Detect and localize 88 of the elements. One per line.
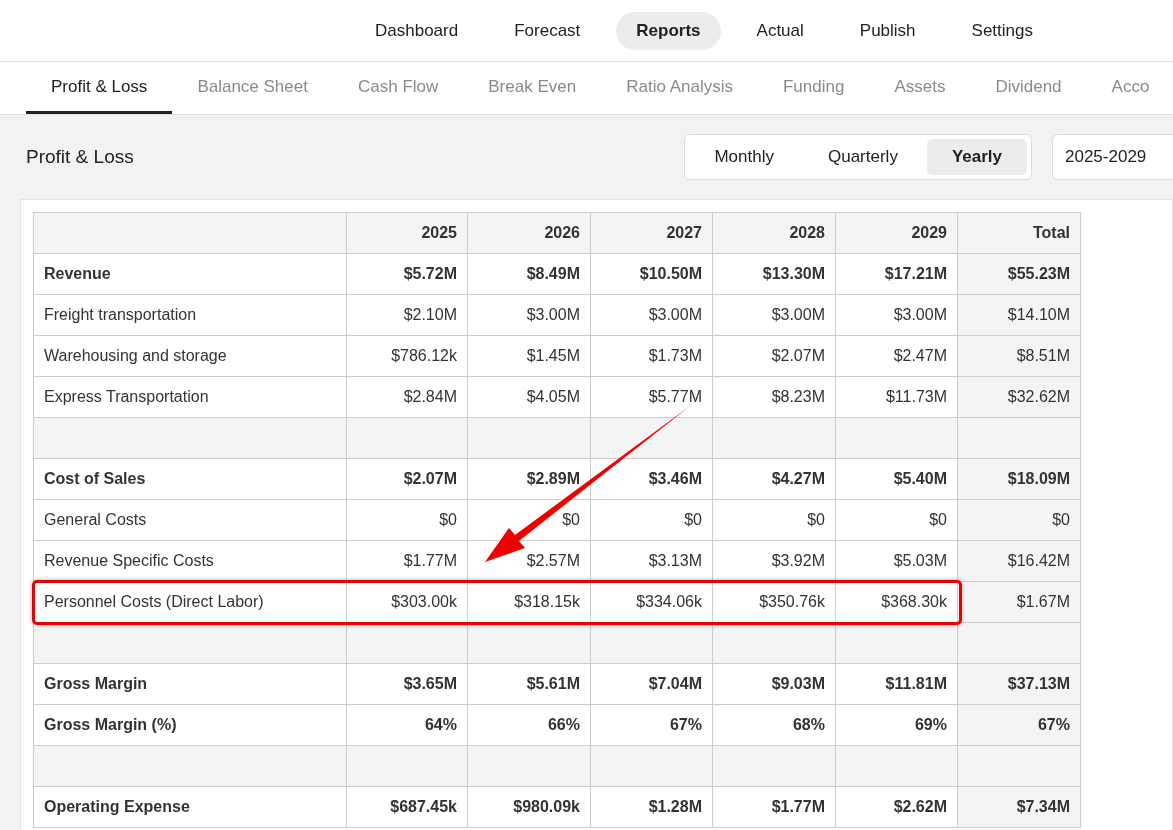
table-cell: $7.34M	[958, 787, 1081, 828]
table-cell: $18.09M	[958, 459, 1081, 500]
table-cell: $0	[591, 500, 713, 541]
table-cell: $13.30M	[713, 254, 836, 295]
row-label: Gross Margin (%)	[34, 705, 347, 746]
nav-item[interactable]: Actual	[736, 11, 824, 50]
table-header-cell: Total	[958, 213, 1081, 254]
table-cell: $55.23M	[958, 254, 1081, 295]
period-button[interactable]: Yearly	[926, 139, 1027, 175]
table-cell: $17.21M	[836, 254, 958, 295]
table-cell: $5.77M	[591, 377, 713, 418]
nav-item[interactable]: Forecast	[494, 11, 601, 50]
table-cell: $0	[958, 500, 1081, 541]
table-cell: $0	[347, 500, 468, 541]
table-cell: $11.73M	[836, 377, 958, 418]
table-cell: $5.40M	[836, 459, 958, 500]
table-cell: 67%	[958, 705, 1081, 746]
row-label: Warehousing and storage	[34, 336, 347, 377]
row-label: Gross Margin	[34, 664, 347, 705]
row-label: Operating Expense	[34, 787, 347, 828]
table-cell: $5.72M	[347, 254, 468, 295]
table-cell: $1.67M	[958, 582, 1081, 623]
table-cell: $9.03M	[713, 664, 836, 705]
table-header-cell: 2029	[836, 213, 958, 254]
row-label: Cost of Sales	[34, 459, 347, 500]
table-cell: $3.00M	[468, 295, 591, 336]
nav-item[interactable]: Reports	[616, 11, 721, 50]
report-tab[interactable]: Cash Flow	[332, 62, 464, 114]
table-cell: $7.04M	[591, 664, 713, 705]
period-button[interactable]: Monthly	[689, 139, 799, 175]
table-cell: 67%	[591, 705, 713, 746]
report-tab[interactable]: Acco	[1086, 62, 1173, 114]
table-cell: $2.84M	[347, 377, 468, 418]
table-cell: $0	[836, 500, 958, 541]
table-cell: $3.00M	[591, 295, 713, 336]
table-header-cell: 2026	[468, 213, 591, 254]
table-cell: 66%	[468, 705, 591, 746]
table-cell: $16.42M	[958, 541, 1081, 582]
report-tab[interactable]: Balance Sheet	[172, 62, 333, 114]
table-cell: 64%	[347, 705, 468, 746]
table-cell: $14.10M	[958, 295, 1081, 336]
row-label: Freight transportation	[34, 295, 347, 336]
table-cell: $4.05M	[468, 377, 591, 418]
table-cell: $1.77M	[713, 787, 836, 828]
table-cell: $2.62M	[836, 787, 958, 828]
table-cell: $3.65M	[347, 664, 468, 705]
table-cell: $687.45k	[347, 787, 468, 828]
nav-item[interactable]: Settings	[951, 11, 1053, 50]
table-cell: $980.09k	[468, 787, 591, 828]
date-range-field[interactable]: 2025-2029	[1052, 134, 1173, 180]
table-cell: $2.07M	[347, 459, 468, 500]
table-header-cell: 2028	[713, 213, 836, 254]
table-cell: $3.00M	[713, 295, 836, 336]
table-cell: $5.61M	[468, 664, 591, 705]
table-cell: $4.27M	[713, 459, 836, 500]
period-button[interactable]: Quarterly	[802, 139, 923, 175]
table-cell: 68%	[713, 705, 836, 746]
table-header-cell: 2025	[347, 213, 468, 254]
table-cell: $786.12k	[347, 336, 468, 377]
table-cell: $37.13M	[958, 664, 1081, 705]
table-cell: $3.46M	[591, 459, 713, 500]
table-cell: $2.47M	[836, 336, 958, 377]
table-cell: 69%	[836, 705, 958, 746]
table-header-cell: 2027	[591, 213, 713, 254]
table-cell: $1.28M	[591, 787, 713, 828]
table-cell: $1.73M	[591, 336, 713, 377]
table-cell: $11.81M	[836, 664, 958, 705]
table-cell: $0	[713, 500, 836, 541]
table-cell: $2.89M	[468, 459, 591, 500]
nav-item[interactable]: Dashboard	[355, 11, 479, 50]
report-tab[interactable]: Assets	[869, 62, 971, 114]
table-cell: $32.62M	[958, 377, 1081, 418]
table-cell: $8.49M	[468, 254, 591, 295]
table-cell: $1.45M	[468, 336, 591, 377]
table-cell: $2.07M	[713, 336, 836, 377]
page-title: Profit & Loss	[26, 146, 135, 168]
nav-item[interactable]: Publish	[839, 11, 936, 50]
row-label: Revenue	[34, 254, 347, 295]
report-tab[interactable]: Profit & Loss	[26, 62, 173, 114]
table-cell: $2.10M	[347, 295, 468, 336]
table-cell: $3.00M	[836, 295, 958, 336]
report-tab[interactable]: Ratio Analysis	[601, 62, 758, 114]
table-cell: $8.23M	[713, 377, 836, 418]
row-label: Express Transportation	[34, 377, 347, 418]
report-tab[interactable]: Break Even	[463, 62, 602, 114]
table-cell: $10.50M	[591, 254, 713, 295]
table-cell: $8.51M	[958, 336, 1081, 377]
row-label: General Costs	[34, 500, 347, 541]
